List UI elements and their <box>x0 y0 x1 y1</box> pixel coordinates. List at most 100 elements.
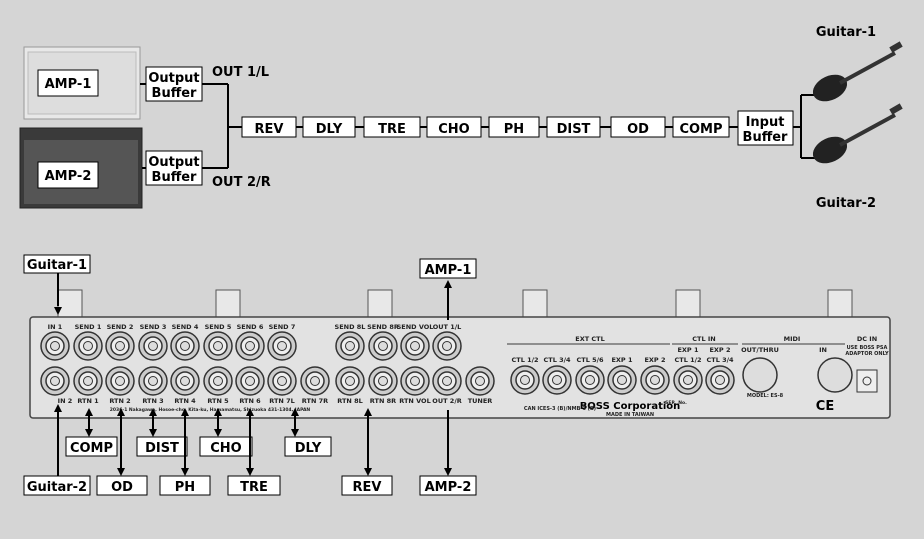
dc-in-jack <box>856 369 878 393</box>
input-buffer-line1: Input <box>746 115 785 130</box>
guitar-2-conn-text: Guitar-2 <box>27 480 87 495</box>
ctl-jack-3-hole <box>585 375 595 385</box>
made-in-text: MADE IN TAIWAN <box>606 412 654 418</box>
jack-rtn-8l-hole <box>345 376 355 386</box>
footswitch-3 <box>367 289 393 318</box>
address-text: 2036-1 Nakagawa, Hosoe-cho, Kita-ku, Ham… <box>110 407 311 413</box>
amp-1-conn-text: AMP-1 <box>425 263 472 278</box>
effect-label-od: OD <box>627 122 649 137</box>
jack-label: SEND 4 <box>172 323 199 331</box>
footswitch-5 <box>675 289 701 318</box>
ctl-jack-label: CTL 3/4 <box>706 356 734 364</box>
effect-label-dly: DLY <box>316 122 343 137</box>
midi-port-in <box>817 357 853 393</box>
jack-label: RTN 5 <box>207 397 229 405</box>
jack-rtn-2-hole <box>115 376 125 386</box>
jack-send-6-hole <box>245 341 255 351</box>
amp-1-label: AMP-1 <box>45 77 92 92</box>
ctl-jack-label: EXP 2 <box>644 356 665 364</box>
jack-label: RTN 6 <box>239 397 261 405</box>
midi-header: MIDI <box>784 335 801 343</box>
jack-tuner-hole <box>475 376 485 386</box>
jack-out-2-r-hole <box>442 376 452 386</box>
jack-rtn-6-hole <box>245 376 255 386</box>
jack-label: TUNER <box>468 397 493 405</box>
effect-label-rev: REV <box>255 122 284 137</box>
ctl-jack-label: CTL 5/6 <box>576 356 604 364</box>
effect-label-cho: CHO <box>438 122 469 137</box>
arrow-head <box>444 468 452 476</box>
arrow-head <box>444 280 452 288</box>
jack-label: RTN VOL <box>399 397 430 405</box>
arrow-head <box>214 429 222 437</box>
jack-label: RTN 2 <box>109 397 130 405</box>
input-buffer-line2: Buffer <box>743 130 789 145</box>
effect-label-ph: PH <box>504 122 524 137</box>
jack-send-3-hole <box>148 341 158 351</box>
jack-in-1-hole <box>50 341 60 351</box>
guitar-2-label: Guitar-2 <box>816 196 876 211</box>
ctl-jack-4-hole <box>617 375 627 385</box>
jack-send-7-hole <box>277 341 287 351</box>
ce-mark: CE <box>816 399 834 414</box>
ctl-jack-5-hole <box>650 375 660 385</box>
footswitch-1 <box>57 289 83 318</box>
amp-2-label: AMP-2 <box>45 169 92 184</box>
jack-label: RTN 8L <box>337 397 363 405</box>
guitar-1-image-neck <box>839 51 896 85</box>
return-label-dly: DLY <box>295 441 322 456</box>
guitar-2-image-headstock <box>889 103 903 115</box>
diagram-canvas: AMP-1AMP-2OutputBufferOutputBufferOUT 1/… <box>19 25 903 496</box>
jack-label: SEND 8L <box>335 323 366 331</box>
jack-send-5-hole <box>213 341 223 351</box>
jack-rtn-1-hole <box>83 376 93 386</box>
return-label-comp: COMP <box>70 441 113 456</box>
jack-label: SEND 1 <box>75 323 102 331</box>
footswitch-6 <box>827 289 853 318</box>
guitar-2-image-body <box>812 136 848 164</box>
jack-label: RTN 1 <box>77 397 99 405</box>
ctl-jack-7-hole <box>715 375 725 385</box>
jack-label: RTN 4 <box>174 397 196 405</box>
effect-label-dist: DIST <box>557 122 591 137</box>
effect-label-tre: TRE <box>378 122 406 137</box>
jack-label: SEND 2 <box>107 323 134 331</box>
out-2r-label: OUT 2/R <box>212 175 271 190</box>
jack-label: RTN 7R <box>302 397 328 405</box>
midi-port-label: IN <box>819 346 827 354</box>
ctl-in-exp2: EXP 2 <box>709 346 730 354</box>
arrow-head <box>291 429 299 437</box>
arrow-head <box>149 429 157 437</box>
signal-flow-diagram: AMP-1 AMP-2 Output Buffer Output Buffer OUT 1/… <box>0 0 924 539</box>
jack-label: RTN 3 <box>142 397 163 405</box>
footswitch-4 <box>522 289 548 318</box>
jack-send-4-hole <box>180 341 190 351</box>
output-buffer-2-line1: Output <box>148 155 199 170</box>
ctl-jack-label: EXP 1 <box>611 356 632 364</box>
jack-label: SEND 5 <box>205 323 232 331</box>
return-label-dist: DIST <box>145 441 179 456</box>
jack-rtn-7r-hole <box>310 376 320 386</box>
jack-label: SEND VOL <box>397 323 434 331</box>
jack-send-vol-hole <box>410 341 420 351</box>
jack-rtn-5-hole <box>213 376 223 386</box>
arrow-head <box>246 468 254 476</box>
ctl-jack-6-hole <box>683 375 693 385</box>
ctl-jack-label: CTL 1/2 <box>674 356 701 364</box>
jack-send-8r-hole <box>378 341 388 351</box>
amp-2-conn-text: AMP-2 <box>425 480 472 495</box>
ctl-jack-1-hole <box>520 375 530 385</box>
midi-port-out-thru <box>742 357 778 393</box>
jack-send-1-hole <box>83 341 93 351</box>
jack-send-2-hole <box>115 341 125 351</box>
send-label-tre: TRE <box>240 480 268 495</box>
jack-rtn-4-hole <box>180 376 190 386</box>
output-buffer-1-line2: Buffer <box>152 86 198 101</box>
send-label-od: OD <box>111 480 133 495</box>
jack-label: IN 1 <box>48 323 63 331</box>
output-buffer-2-line2: Buffer <box>152 170 198 185</box>
jack-label: RTN 7L <box>269 397 295 405</box>
send-label-ph: PH <box>175 480 195 495</box>
effect-label-comp: COMP <box>679 122 722 137</box>
jack-label: SEND 7 <box>269 323 296 331</box>
